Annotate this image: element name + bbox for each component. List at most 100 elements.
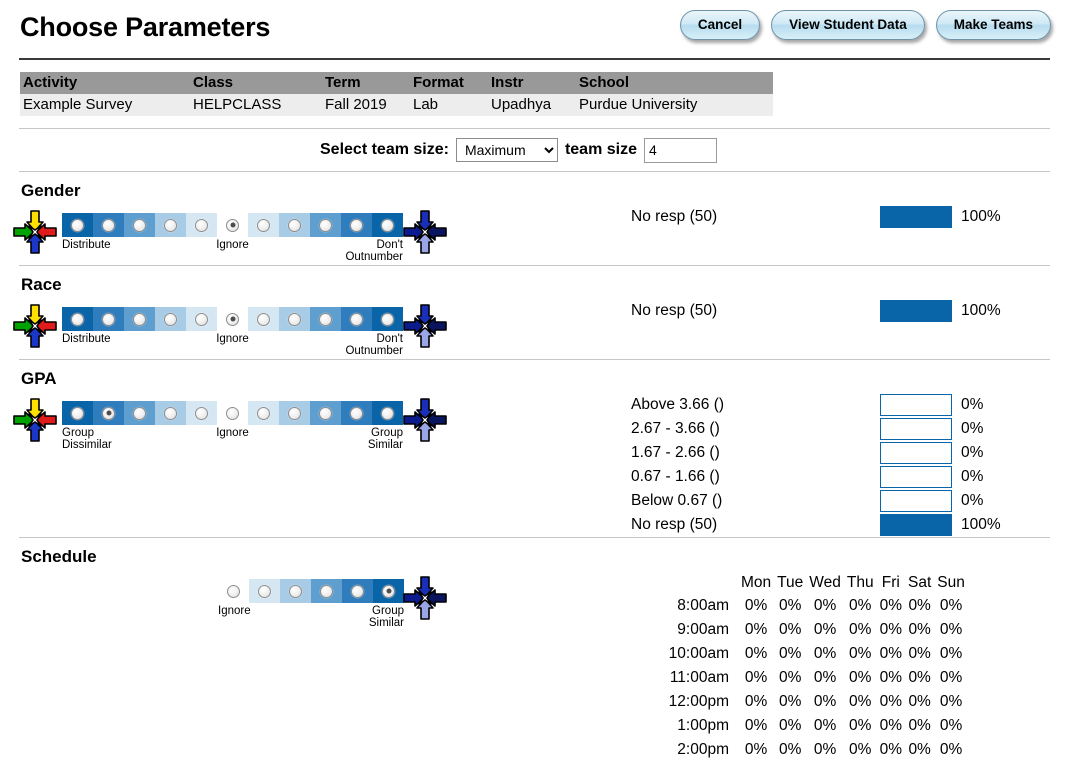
radio-icon[interactable]	[195, 406, 208, 420]
radio-icon[interactable]	[320, 584, 333, 598]
slider-label-right: Group Similar	[367, 427, 403, 451]
slider-cell-10[interactable]: Group Similar	[368, 401, 403, 451]
slider-cell-8[interactable]	[310, 401, 341, 425]
slider-cell-6[interactable]	[248, 307, 279, 331]
radio-icon[interactable]	[288, 312, 301, 326]
slider-cell-6[interactable]	[248, 213, 279, 237]
schedule-row: 11:00am 0% 0% 0% 0% 0% 0% 0%	[630, 666, 968, 690]
slider-cell-8[interactable]	[310, 213, 341, 237]
radio-icon[interactable]	[227, 584, 240, 598]
radio-icon[interactable]	[288, 406, 301, 420]
radio-icon[interactable]	[257, 218, 270, 232]
radio-icon[interactable]	[350, 218, 363, 232]
slider-cell-4[interactable]	[342, 579, 373, 603]
radio-icon[interactable]	[102, 312, 115, 326]
radio-icon[interactable]	[133, 406, 146, 420]
view-student-data-button[interactable]: View Student Data	[771, 10, 925, 40]
slider-cell-1[interactable]	[249, 579, 280, 603]
team-size-input[interactable]	[644, 137, 717, 163]
radio-icon[interactable]	[381, 312, 394, 326]
radio-icon[interactable]	[71, 218, 84, 232]
slider-cell-1[interactable]	[93, 401, 124, 425]
slider-cell-4[interactable]	[186, 401, 217, 425]
slider-cell-0[interactable]: Distribute	[62, 307, 111, 345]
slider-cell-0[interactable]: Distribute	[62, 213, 111, 251]
cancel-button[interactable]: Cancel	[679, 10, 761, 40]
schedule-cell: 0%	[813, 741, 837, 758]
distribute-arrows-icon[interactable]	[12, 397, 58, 443]
slider-cell-8[interactable]	[310, 307, 341, 331]
team-size-mode-select[interactable]: MaximumMinimumExact	[455, 138, 558, 162]
slider-cell-3[interactable]	[155, 401, 186, 425]
radio-icon[interactable]	[258, 584, 271, 598]
radio-icon[interactable]	[102, 218, 115, 232]
slider-cell-2[interactable]	[124, 213, 155, 237]
radio-icon[interactable]	[133, 218, 146, 232]
radio-icon[interactable]	[319, 312, 332, 326]
radio-icon[interactable]	[319, 406, 332, 420]
slider-cell-9[interactable]	[341, 401, 372, 425]
schedule-time-label: 9:00am	[677, 621, 729, 638]
radio-selected-icon[interactable]	[226, 218, 239, 232]
radio-icon[interactable]	[133, 312, 146, 326]
radio-icon[interactable]	[350, 406, 363, 420]
slider-cell-5[interactable]: Ignore	[216, 307, 249, 345]
group-arrows-icon[interactable]	[402, 575, 448, 621]
slider-cell-2[interactable]	[124, 307, 155, 331]
radio-icon[interactable]	[71, 312, 84, 326]
preference-slider[interactable]: Group Dissimilar Ignore Group Similar	[62, 401, 403, 451]
section-gpa: GPA Group Dissimilar Ignore Group Similar Ab…	[0, 360, 1069, 537]
radio-icon[interactable]	[195, 312, 208, 326]
radio-icon[interactable]	[319, 218, 332, 232]
radio-icon[interactable]	[257, 312, 270, 326]
group-arrows-icon[interactable]	[402, 303, 448, 349]
radio-selected-icon[interactable]	[382, 584, 395, 598]
slider-cell-7[interactable]	[279, 307, 310, 331]
radio-icon[interactable]	[381, 406, 394, 420]
slider-cell-1[interactable]	[93, 307, 124, 331]
slider-cell-7[interactable]	[279, 213, 310, 237]
slider-cell-4[interactable]	[186, 307, 217, 331]
slider-cell-6[interactable]	[248, 401, 279, 425]
make-teams-button[interactable]: Make Teams	[935, 10, 1051, 40]
slider-cell-0[interactable]: Group Dissimilar	[62, 401, 112, 451]
slider-cell-1[interactable]	[93, 213, 124, 237]
radio-icon[interactable]	[350, 312, 363, 326]
radio-icon[interactable]	[195, 218, 208, 232]
distribute-arrows-icon[interactable]	[12, 209, 58, 255]
slider-cell-10[interactable]: Don't Outnumber	[345, 213, 403, 263]
slider-cell-5[interactable]: Ignore	[216, 213, 249, 251]
preference-slider[interactable]: Ignore Group Similar	[218, 579, 404, 629]
radio-icon[interactable]	[288, 218, 301, 232]
radio-icon[interactable]	[226, 406, 239, 420]
slider-cell-9[interactable]	[341, 307, 372, 331]
radio-icon[interactable]	[164, 218, 177, 232]
radio-icon[interactable]	[289, 584, 302, 598]
group-arrows-icon[interactable]	[402, 209, 448, 255]
slider-cell-7[interactable]	[279, 401, 310, 425]
schedule-cell: 0%	[813, 597, 837, 614]
radio-icon[interactable]	[381, 218, 394, 232]
slider-cell-4[interactable]	[186, 213, 217, 237]
radio-icon[interactable]	[71, 406, 84, 420]
slider-cell-2[interactable]	[280, 579, 311, 603]
radio-selected-icon[interactable]	[226, 312, 239, 326]
slider-cell-9[interactable]	[341, 213, 372, 237]
slider-cell-2[interactable]	[124, 401, 155, 425]
slider-cell-3[interactable]	[155, 307, 186, 331]
preference-slider[interactable]: Distribute Ignore Don't Outnumber	[62, 213, 403, 263]
slider-cell-0[interactable]: Ignore	[218, 579, 251, 617]
radio-icon[interactable]	[257, 406, 270, 420]
group-arrows-icon[interactable]	[402, 397, 448, 443]
radio-icon[interactable]	[351, 584, 364, 598]
distribute-arrows-icon[interactable]	[12, 303, 58, 349]
slider-cell-3[interactable]	[311, 579, 342, 603]
slider-cell-5[interactable]: Group Similar	[369, 579, 404, 629]
slider-cell-3[interactable]	[155, 213, 186, 237]
slider-cell-5[interactable]: Ignore	[216, 401, 249, 439]
radio-icon[interactable]	[164, 406, 177, 420]
radio-selected-icon[interactable]	[102, 406, 115, 420]
slider-cell-10[interactable]: Don't Outnumber	[345, 307, 403, 357]
radio-icon[interactable]	[164, 312, 177, 326]
preference-slider[interactable]: Distribute Ignore Don't Outnumber	[62, 307, 403, 357]
